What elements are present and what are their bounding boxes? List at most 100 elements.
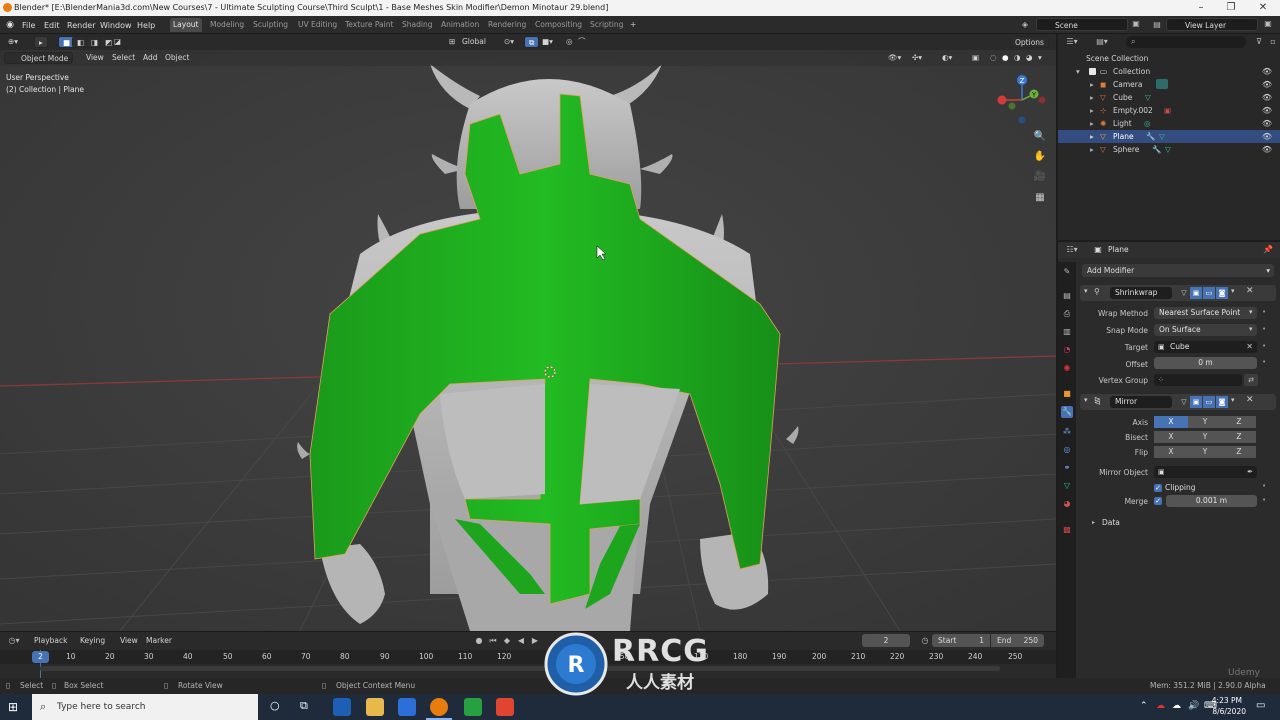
modifier-tab-icon[interactable]: 🔧 xyxy=(1061,406,1073,418)
cortana-icon[interactable]: ○ xyxy=(270,699,280,712)
record-icon[interactable]: ● xyxy=(474,635,484,647)
shrinkwrap-name-field[interactable]: Shrinkwrap xyxy=(1110,287,1172,299)
merge-distance-field[interactable]: 0.001 m xyxy=(1166,495,1257,507)
visibility-icon[interactable]: 👁▾ xyxy=(884,52,905,64)
outliner-scene-collection[interactable]: Scene Collection xyxy=(1058,52,1280,65)
network-icon[interactable]: ☁ xyxy=(1156,701,1165,711)
expand-icon[interactable]: ▸ xyxy=(1090,117,1094,130)
keyframe-dot-icon[interactable]: • xyxy=(1262,308,1266,316)
menu-edit[interactable]: Edit xyxy=(44,19,60,32)
tab-shading[interactable]: Shading xyxy=(399,18,435,32)
material-tab-icon[interactable]: ◕ xyxy=(1061,498,1073,510)
eyedropper-icon[interactable]: ✒ xyxy=(1247,466,1253,478)
flip-z-toggle[interactable]: Z xyxy=(1222,446,1256,458)
render-tab-icon[interactable]: ▤ xyxy=(1061,290,1073,302)
clipping-checkbox[interactable]: ✓ Clipping xyxy=(1154,482,1254,494)
options-dropdown[interactable]: Options xyxy=(1010,36,1049,48)
outliner-item-light[interactable]: ▸ ✺ Light ◎ 👁 xyxy=(1058,117,1280,130)
outliner-item-sphere[interactable]: ▸ ▽ Sphere 🔧 ▽ 👁 xyxy=(1058,143,1280,156)
maximize-button[interactable]: ❐ xyxy=(1216,0,1246,16)
outliner-editor-icon[interactable]: ☰▾ xyxy=(1064,36,1080,48)
current-frame-field[interactable]: 2 xyxy=(862,634,910,647)
axis-z-toggle[interactable]: Z xyxy=(1222,416,1256,428)
gizmo-toggle-icon[interactable]: ✣▾ xyxy=(908,52,926,64)
light-data-icon[interactable]: ◎ xyxy=(1144,117,1151,130)
empty-visibility-icon[interactable]: 👁 xyxy=(1262,104,1272,117)
tab-scripting[interactable]: Scripting xyxy=(587,18,626,32)
tool-tab-icon[interactable]: ✎ xyxy=(1061,266,1073,278)
menu-window[interactable]: Window xyxy=(100,19,132,32)
constraints-tab-icon[interactable]: ⚭ xyxy=(1061,462,1073,474)
axis-x-toggle[interactable]: X xyxy=(1154,416,1188,428)
modifier-wrench-icon[interactable]: 🔧 xyxy=(1152,143,1161,156)
modifier-menu-icon[interactable]: ▾ xyxy=(1231,396,1235,404)
preview-range-icon[interactable]: ◷ xyxy=(918,635,932,647)
outliner-item-cube[interactable]: ▸ ▽ Cube ▽ 👁 xyxy=(1058,91,1280,104)
light-visibility-icon[interactable]: 👁 xyxy=(1262,117,1272,130)
sphere-visibility-icon[interactable]: 👁 xyxy=(1262,143,1272,156)
select-mode-intersect-icon[interactable]: ◪ xyxy=(110,36,125,48)
tab-texture-paint[interactable]: Texture Paint xyxy=(342,18,396,32)
keyframe-dot-icon[interactable]: • xyxy=(1262,325,1266,333)
photos-icon[interactable] xyxy=(398,698,416,716)
pin-icon[interactable]: 📌 xyxy=(1262,244,1274,256)
axis-y-toggle[interactable]: Y xyxy=(1188,416,1222,428)
scene-selector[interactable]: Scene xyxy=(1036,18,1128,31)
mesh-data-icon[interactable]: ▽ xyxy=(1165,143,1171,156)
outliner-collection[interactable]: ▾ ▭ Collection 👁 xyxy=(1058,65,1280,78)
tray-chevron-icon[interactable]: ⌃ xyxy=(1140,701,1148,711)
mesh-data-icon[interactable]: ▽ xyxy=(1159,130,1165,143)
camtasia-icon[interactable] xyxy=(464,698,482,716)
playback-menu[interactable]: Playback xyxy=(30,635,71,647)
expand-icon[interactable]: ▸ xyxy=(1090,104,1094,117)
outliner-item-camera[interactable]: ▸ ◼ Camera 👁 xyxy=(1058,78,1280,91)
pivot-point-icon[interactable]: ⊙▾ xyxy=(500,36,518,48)
plane-visibility-icon[interactable]: 👁 xyxy=(1262,130,1272,143)
mesh-data-tab-icon[interactable]: ▽ xyxy=(1061,480,1073,492)
expand-icon[interactable]: ▸ xyxy=(1090,91,1094,104)
offset-field[interactable]: 0 m xyxy=(1154,357,1257,369)
texture-tab-icon[interactable]: ▩ xyxy=(1061,524,1073,536)
menu-view[interactable]: View xyxy=(82,52,108,64)
outliner-item-empty[interactable]: ▸ ⊹ Empty.002 ▣ 👁 xyxy=(1058,104,1280,117)
select-tool-icon[interactable]: ▸ xyxy=(34,36,48,48)
marker-menu[interactable]: Marker xyxy=(142,635,176,647)
camera-visibility-icon[interactable]: 👁 xyxy=(1262,78,1272,91)
keyframe-dot-icon[interactable]: • xyxy=(1262,496,1266,504)
mesh-data-icon[interactable]: ▽ xyxy=(1145,91,1151,104)
editmode-icon[interactable]: ▣ xyxy=(1190,396,1202,408)
view-layer-tab-icon[interactable]: ▥ xyxy=(1061,326,1073,338)
menu-render[interactable]: Render xyxy=(67,19,95,32)
data-subpanel[interactable]: ▸ Data xyxy=(1092,517,1172,529)
overlays-toggle-icon[interactable]: ◐▾ xyxy=(938,52,956,64)
onedrive-icon[interactable]: ☁ xyxy=(1172,701,1181,711)
file-explorer-icon[interactable] xyxy=(366,698,384,716)
clear-target-icon[interactable]: ✕ xyxy=(1246,341,1253,353)
zoom-icon[interactable]: 🔍 xyxy=(1032,129,1048,145)
add-workspace-button[interactable]: + xyxy=(627,18,639,32)
camera-view-icon[interactable]: 🎥 xyxy=(1032,169,1048,185)
timeline-view-menu[interactable]: View xyxy=(116,635,142,647)
minimize-button[interactable]: – xyxy=(1186,0,1216,16)
taskbar-search-input[interactable]: ⌕ Type here to search xyxy=(32,694,258,720)
timeline-editor-icon[interactable]: ◷▾ xyxy=(6,635,22,647)
add-modifier-dropdown[interactable]: Add Modifier ▾ xyxy=(1082,264,1274,277)
output-tab-icon[interactable]: ⎙ xyxy=(1061,308,1073,320)
jump-start-icon[interactable]: ⏮ xyxy=(488,635,498,647)
tab-layout[interactable]: Layout xyxy=(170,18,202,32)
viewport-display-icon[interactable]: ▭ xyxy=(1203,396,1215,408)
keyframe-dot-icon[interactable]: • xyxy=(1262,342,1266,350)
collapse-icon[interactable]: ▾ xyxy=(1084,287,1088,295)
edge-icon[interactable] xyxy=(333,698,351,716)
flip-x-toggle[interactable]: X xyxy=(1154,446,1188,458)
particles-tab-icon[interactable]: ⁂ xyxy=(1061,426,1073,438)
play-reverse-icon[interactable]: ◀ xyxy=(516,635,526,647)
render-display-icon[interactable]: ◙ xyxy=(1216,396,1228,408)
merge-checkbox[interactable]: ✓ xyxy=(1154,497,1162,505)
menu-help[interactable]: Help xyxy=(137,19,155,32)
notifications-icon[interactable]: ▭ xyxy=(1256,700,1265,711)
properties-editor-icon[interactable]: ☷▾ xyxy=(1064,244,1080,256)
play-icon[interactable]: ▶ xyxy=(530,635,540,647)
volume-icon[interactable]: 🔊 xyxy=(1188,701,1199,711)
tab-sculpting[interactable]: Sculpting xyxy=(250,18,291,32)
